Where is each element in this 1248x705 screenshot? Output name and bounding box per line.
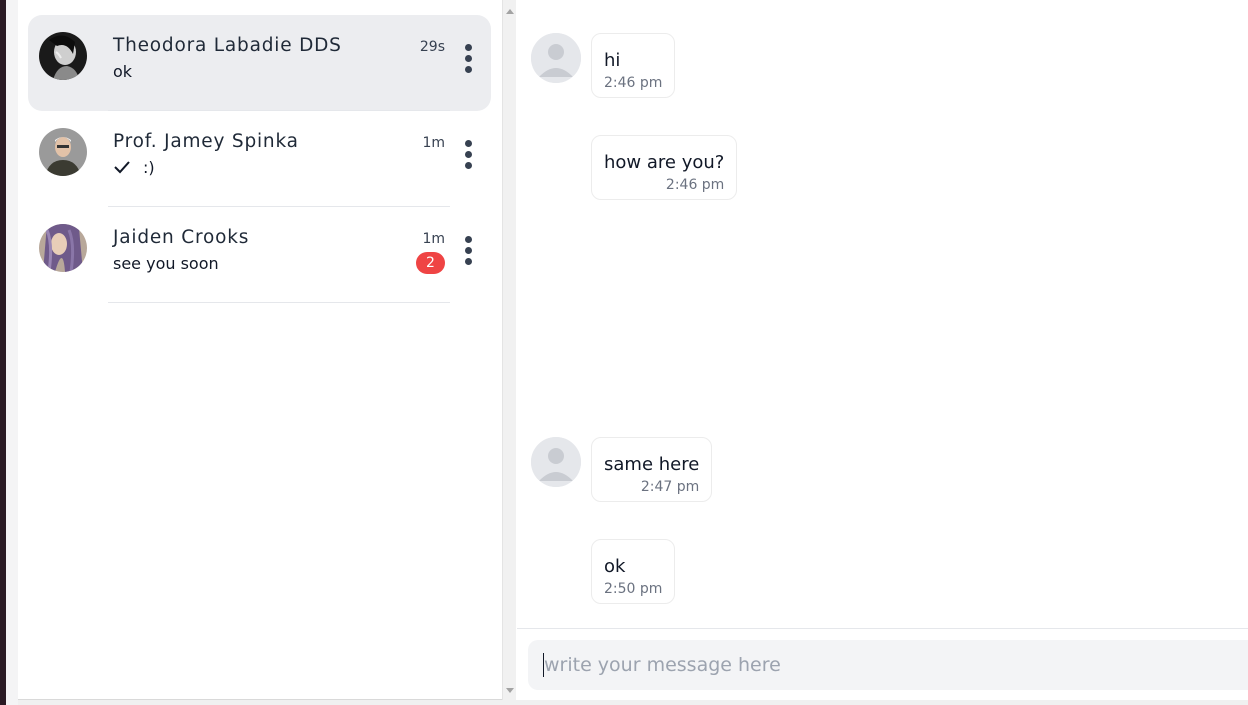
message-input[interactable] [528, 640, 1248, 690]
chat-preview: see you soon [113, 254, 219, 273]
chat-item-theodora[interactable]: Theodora Labadie DDS 29s ok [28, 15, 491, 111]
chat-name: Jaiden Crooks [113, 227, 250, 248]
chat-time: 29s [419, 39, 445, 55]
message-text: same here [604, 454, 700, 475]
divider [108, 302, 450, 303]
avatar [39, 128, 87, 176]
message-bubble: how are you? 2:46 pm [591, 135, 738, 200]
avatar [39, 32, 87, 80]
chat-preview: :) [143, 158, 155, 177]
chat-list-scrollbar[interactable] [502, 0, 516, 700]
more-options-icon[interactable] [461, 44, 475, 76]
more-options-icon[interactable] [461, 236, 475, 268]
scroll-up-arrow-icon[interactable] [506, 9, 514, 14]
message-text: ok [604, 556, 626, 577]
message-text: hi [604, 50, 621, 71]
message-time: 2:47 pm [640, 479, 700, 495]
composer-bar [517, 628, 1248, 700]
chat-name: Prof. Jamey Spinka [113, 131, 299, 152]
sender-avatar-icon [531, 437, 581, 487]
chat-item-jamey[interactable]: Prof. Jamey Spinka 1m :) [28, 111, 491, 207]
more-options-icon[interactable] [461, 140, 475, 172]
chat-item-jaiden[interactable]: Jaiden Crooks 1m see you soon 2 [28, 207, 491, 303]
message-time: 2:46 pm [665, 177, 725, 193]
chat-preview: ok [113, 62, 133, 81]
sender-avatar-icon [531, 33, 581, 83]
message-text: how are you? [604, 152, 725, 173]
left-gutter [6, 0, 18, 705]
avatar [39, 224, 87, 272]
message-bubble: ok 2:50 pm [591, 539, 676, 604]
chat-time: 1m [422, 231, 445, 247]
chat-name: Theodora Labadie DDS [113, 35, 342, 56]
unread-badge: 2 [416, 252, 445, 274]
sent-check-icon [114, 161, 130, 174]
chat-time: 1m [422, 135, 445, 151]
message-time: 2:46 pm [604, 75, 663, 91]
scroll-thumb[interactable] [505, 20, 514, 680]
message-bubble: same here 2:47 pm [591, 437, 713, 502]
message-time: 2:50 pm [604, 581, 663, 597]
scroll-down-arrow-icon[interactable] [506, 688, 514, 693]
message-bubble: hi 2:46 pm [591, 33, 676, 98]
bottom-edge [18, 700, 1248, 705]
text-caret [543, 653, 544, 677]
